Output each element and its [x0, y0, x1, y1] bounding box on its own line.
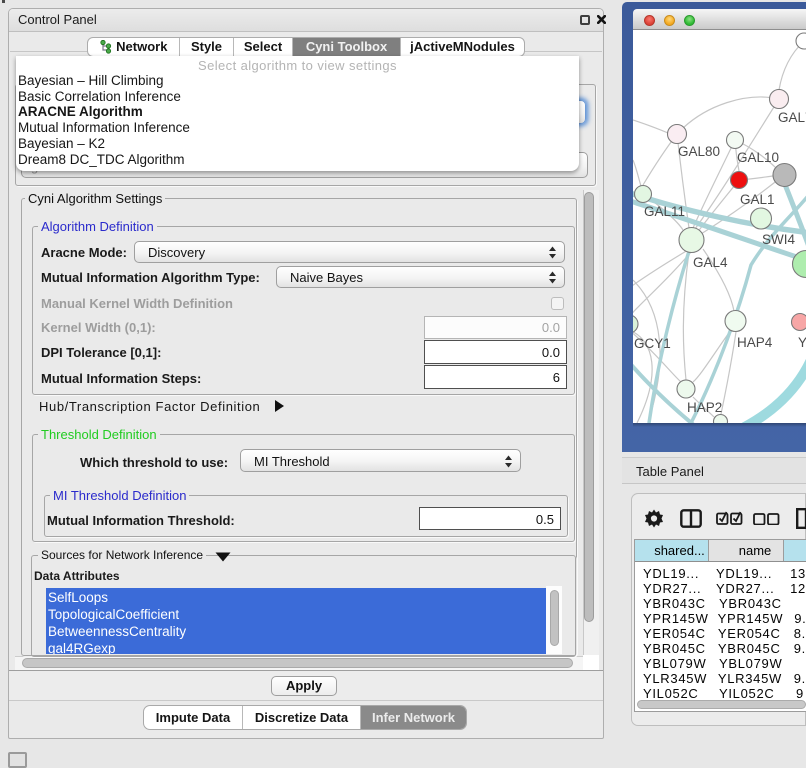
svg-text:GAL80: GAL80: [678, 144, 720, 159]
svg-text:GAL7: GAL7: [778, 110, 806, 125]
svg-text:HAP2: HAP2: [687, 400, 722, 415]
svg-text:HAP4: HAP4: [737, 335, 773, 350]
svg-text:GAL4: GAL4: [693, 255, 728, 270]
svg-text:GAL11: GAL11: [644, 204, 685, 219]
svg-text:SWI4: SWI4: [762, 232, 795, 247]
svg-text:GAL1: GAL1: [740, 192, 775, 207]
svg-text:GAL10: GAL10: [737, 150, 779, 165]
svg-text:GCY1: GCY1: [634, 336, 671, 351]
svg-text:Y: Y: [798, 335, 806, 350]
